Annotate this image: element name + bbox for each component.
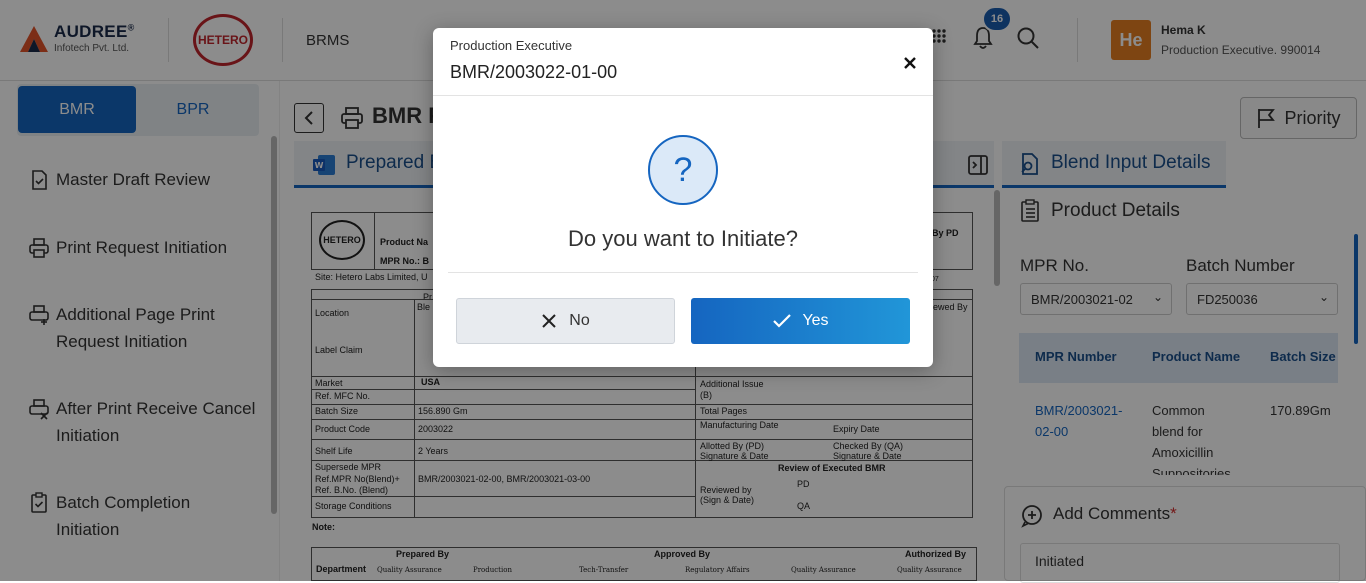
divider [448,272,918,273]
close-icon [904,57,916,69]
check-icon [773,314,792,328]
confirm-dialog: Production Executive BMR/2003022-01-00 ?… [433,28,933,367]
dialog-title: BMR/2003022-01-00 [450,62,618,82]
no-label: No [569,312,590,329]
yes-button[interactable]: Yes [691,298,910,344]
dialog-message: Do you want to Initiate? [568,226,798,251]
close-icon [542,314,556,328]
dialog-subtitle: Production Executive [450,38,573,53]
question-icon: ? [648,135,718,205]
yes-label: Yes [802,312,829,329]
no-button[interactable]: No [456,298,675,344]
close-button[interactable] [900,53,920,73]
